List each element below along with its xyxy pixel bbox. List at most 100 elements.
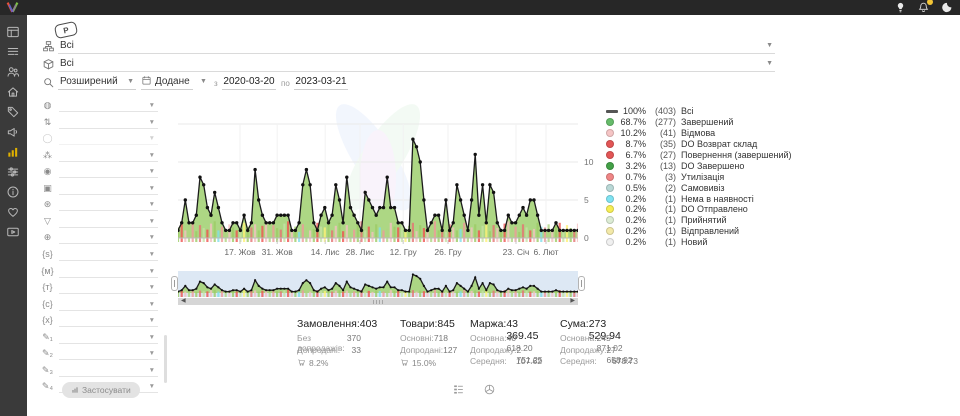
filter-row-field[interactable] <box>59 281 158 294</box>
legend-item-8[interactable]: 0.5%(2)Самовивіз <box>606 182 792 193</box>
rail-item-dashboard[interactable] <box>6 25 21 38</box>
chevron-down-icon[interactable]: ▼ <box>149 135 155 142</box>
filter-row-field[interactable] <box>59 149 158 162</box>
filter-row-field[interactable] <box>59 347 158 360</box>
rail-item-partners[interactable] <box>6 205 21 218</box>
chevron-down-icon[interactable]: ▼ <box>149 102 155 109</box>
filter-row-field[interactable] <box>59 132 158 145</box>
chevron-down-icon[interactable]: ▼ <box>149 383 155 390</box>
filter-row-field[interactable] <box>59 165 158 178</box>
legend-item-6[interactable]: 3.2%(13)DO Завершено <box>606 160 792 171</box>
chevron-down-icon[interactable]: ▼ <box>766 60 773 67</box>
legend-item-7[interactable]: 0.7%(3)Утилізація <box>606 171 792 182</box>
filter-row-6[interactable]: ▣▼ <box>40 182 158 196</box>
scrollbar-grip[interactable] <box>373 300 383 304</box>
filter-row-5[interactable]: ◉▼ <box>40 165 158 179</box>
chart-scrollbar[interactable]: ◀ ▶ <box>178 298 578 305</box>
filter-row-field[interactable] <box>59 265 158 278</box>
brush-handle-right[interactable] <box>578 276 585 291</box>
legend-item-1[interactable]: 100%(403)Всі <box>606 106 792 117</box>
bell-icon[interactable] <box>917 1 930 14</box>
filter-list-scrollbar[interactable] <box>164 335 167 383</box>
legend-item-5[interactable]: 6.7%(27)Повернення (завершений) <box>606 150 792 161</box>
apply-button[interactable]: Застосувати <box>62 382 140 398</box>
rail-item-orders[interactable] <box>6 45 21 58</box>
app-logo-icon[interactable] <box>5 1 20 19</box>
legend-item-11[interactable]: 0.2%(1)Прийнятий <box>606 215 792 226</box>
chevron-down-icon[interactable]: ▼ <box>149 317 155 324</box>
date-field-select[interactable]: Додане <box>141 74 193 90</box>
chevron-down-icon[interactable]: ▼ <box>149 152 155 159</box>
filter-row-field[interactable] <box>59 116 158 129</box>
filter-row-field[interactable] <box>59 331 158 344</box>
filter-row-field[interactable] <box>59 198 158 211</box>
filter-field-product[interactable]: Всі ▼ <box>58 56 775 72</box>
filter-row-3[interactable]: ◯▼ <box>40 132 158 146</box>
filter-row-field[interactable] <box>59 215 158 228</box>
chevron-down-icon[interactable]: ▼ <box>149 334 155 341</box>
legend-item-13[interactable]: 0.2%(1)Новий <box>606 237 792 248</box>
filter-row-14[interactable]: {х}▼ <box>40 314 158 328</box>
filter-row-2[interactable]: ⇅▼ <box>40 116 158 130</box>
brush-chart[interactable] <box>178 271 578 297</box>
filter-row-field[interactable] <box>59 231 158 244</box>
filter-row-7[interactable]: ⊛▼ <box>40 198 158 212</box>
filter-row-1[interactable]: ◍▼ <box>40 99 158 113</box>
filter-row-field[interactable] <box>59 248 158 261</box>
chevron-down-icon[interactable]: ▼ <box>149 284 155 291</box>
chevron-down-icon[interactable]: ▼ <box>149 185 155 192</box>
chevron-down-icon[interactable]: ▼ <box>200 78 207 85</box>
rail-item-warehouse[interactable] <box>6 85 21 98</box>
rail-item-info[interactable] <box>6 185 21 198</box>
date-from-input[interactable]: 2020-03-20 <box>222 74 276 90</box>
chevron-down-icon[interactable]: ▼ <box>149 268 155 275</box>
filter-row-15[interactable]: ✎₁▼ <box>40 331 158 345</box>
rail-item-analytics[interactable] <box>6 145 21 158</box>
filter-row-10[interactable]: {s}▼ <box>40 248 158 262</box>
filter-row-17[interactable]: ✎₃▼ <box>40 364 158 378</box>
filter-row-field[interactable] <box>59 314 158 327</box>
scroll-right-icon[interactable]: ▶ <box>570 298 575 305</box>
chevron-down-icon[interactable]: ▼ <box>127 78 134 85</box>
rail-item-clients[interactable] <box>6 65 21 78</box>
chevron-down-icon[interactable]: ▼ <box>149 218 155 225</box>
legend-item-4[interactable]: 8.7%(35)DO Возврат склад <box>606 139 792 150</box>
chevron-down-icon[interactable]: ▼ <box>766 42 773 49</box>
chevron-down-icon[interactable]: ▼ <box>149 301 155 308</box>
chevron-down-icon[interactable]: ▼ <box>149 367 155 374</box>
filter-row-8[interactable]: ▽▼ <box>40 215 158 229</box>
search-mode-select[interactable]: Розширений ▼ <box>58 74 136 90</box>
brush-handle-left[interactable] <box>171 276 178 291</box>
moon-icon[interactable] <box>940 1 953 14</box>
filter-row-field[interactable] <box>59 99 158 112</box>
filter-row-9[interactable]: ⊕▼ <box>40 231 158 245</box>
rail-item-tutorials[interactable] <box>6 225 21 238</box>
filter-row-12[interactable]: {т}▼ <box>40 281 158 295</box>
chevron-down-icon[interactable]: ▼ <box>149 201 155 208</box>
table-view-icon[interactable] <box>452 383 465 396</box>
rail-item-marketing[interactable] <box>6 125 21 138</box>
filter-row-11[interactable]: {м}▼ <box>40 265 158 279</box>
scroll-left-icon[interactable]: ◀ <box>181 298 186 305</box>
legend-item-10[interactable]: 0.2%(1)DO Отправлено <box>606 204 792 215</box>
rail-item-sales[interactable] <box>6 105 21 118</box>
chevron-down-icon[interactable]: ▼ <box>149 168 155 175</box>
chevron-down-icon[interactable]: ▼ <box>149 234 155 241</box>
filter-row-field[interactable] <box>59 364 158 377</box>
filter-field-category[interactable]: Всі ▼ <box>58 38 775 54</box>
bulb-icon[interactable] <box>894 1 907 14</box>
legend-item-2[interactable]: 68.7%(277)Завершений <box>606 117 792 128</box>
filter-row-field[interactable] <box>59 298 158 311</box>
filter-row-4[interactable]: ⁂▼ <box>40 149 158 163</box>
chevron-down-icon[interactable]: ▼ <box>149 119 155 126</box>
legend-item-3[interactable]: 10.2%(41)Відмова <box>606 128 792 139</box>
legend-item-9[interactable]: 0.2%(1)Нема в наявності <box>606 193 792 204</box>
chevron-down-icon[interactable]: ▼ <box>149 251 155 258</box>
filter-row-16[interactable]: ✎₂▼ <box>40 347 158 361</box>
filter-row-field[interactable] <box>59 182 158 195</box>
date-to-input[interactable]: 2023-03-21 <box>294 74 348 90</box>
chat-bubble-icon[interactable]: P <box>54 21 78 39</box>
pie-view-icon[interactable] <box>483 383 496 396</box>
legend-item-12[interactable]: 0.2%(1)Відправлений <box>606 226 792 237</box>
search-icon[interactable] <box>42 76 55 89</box>
